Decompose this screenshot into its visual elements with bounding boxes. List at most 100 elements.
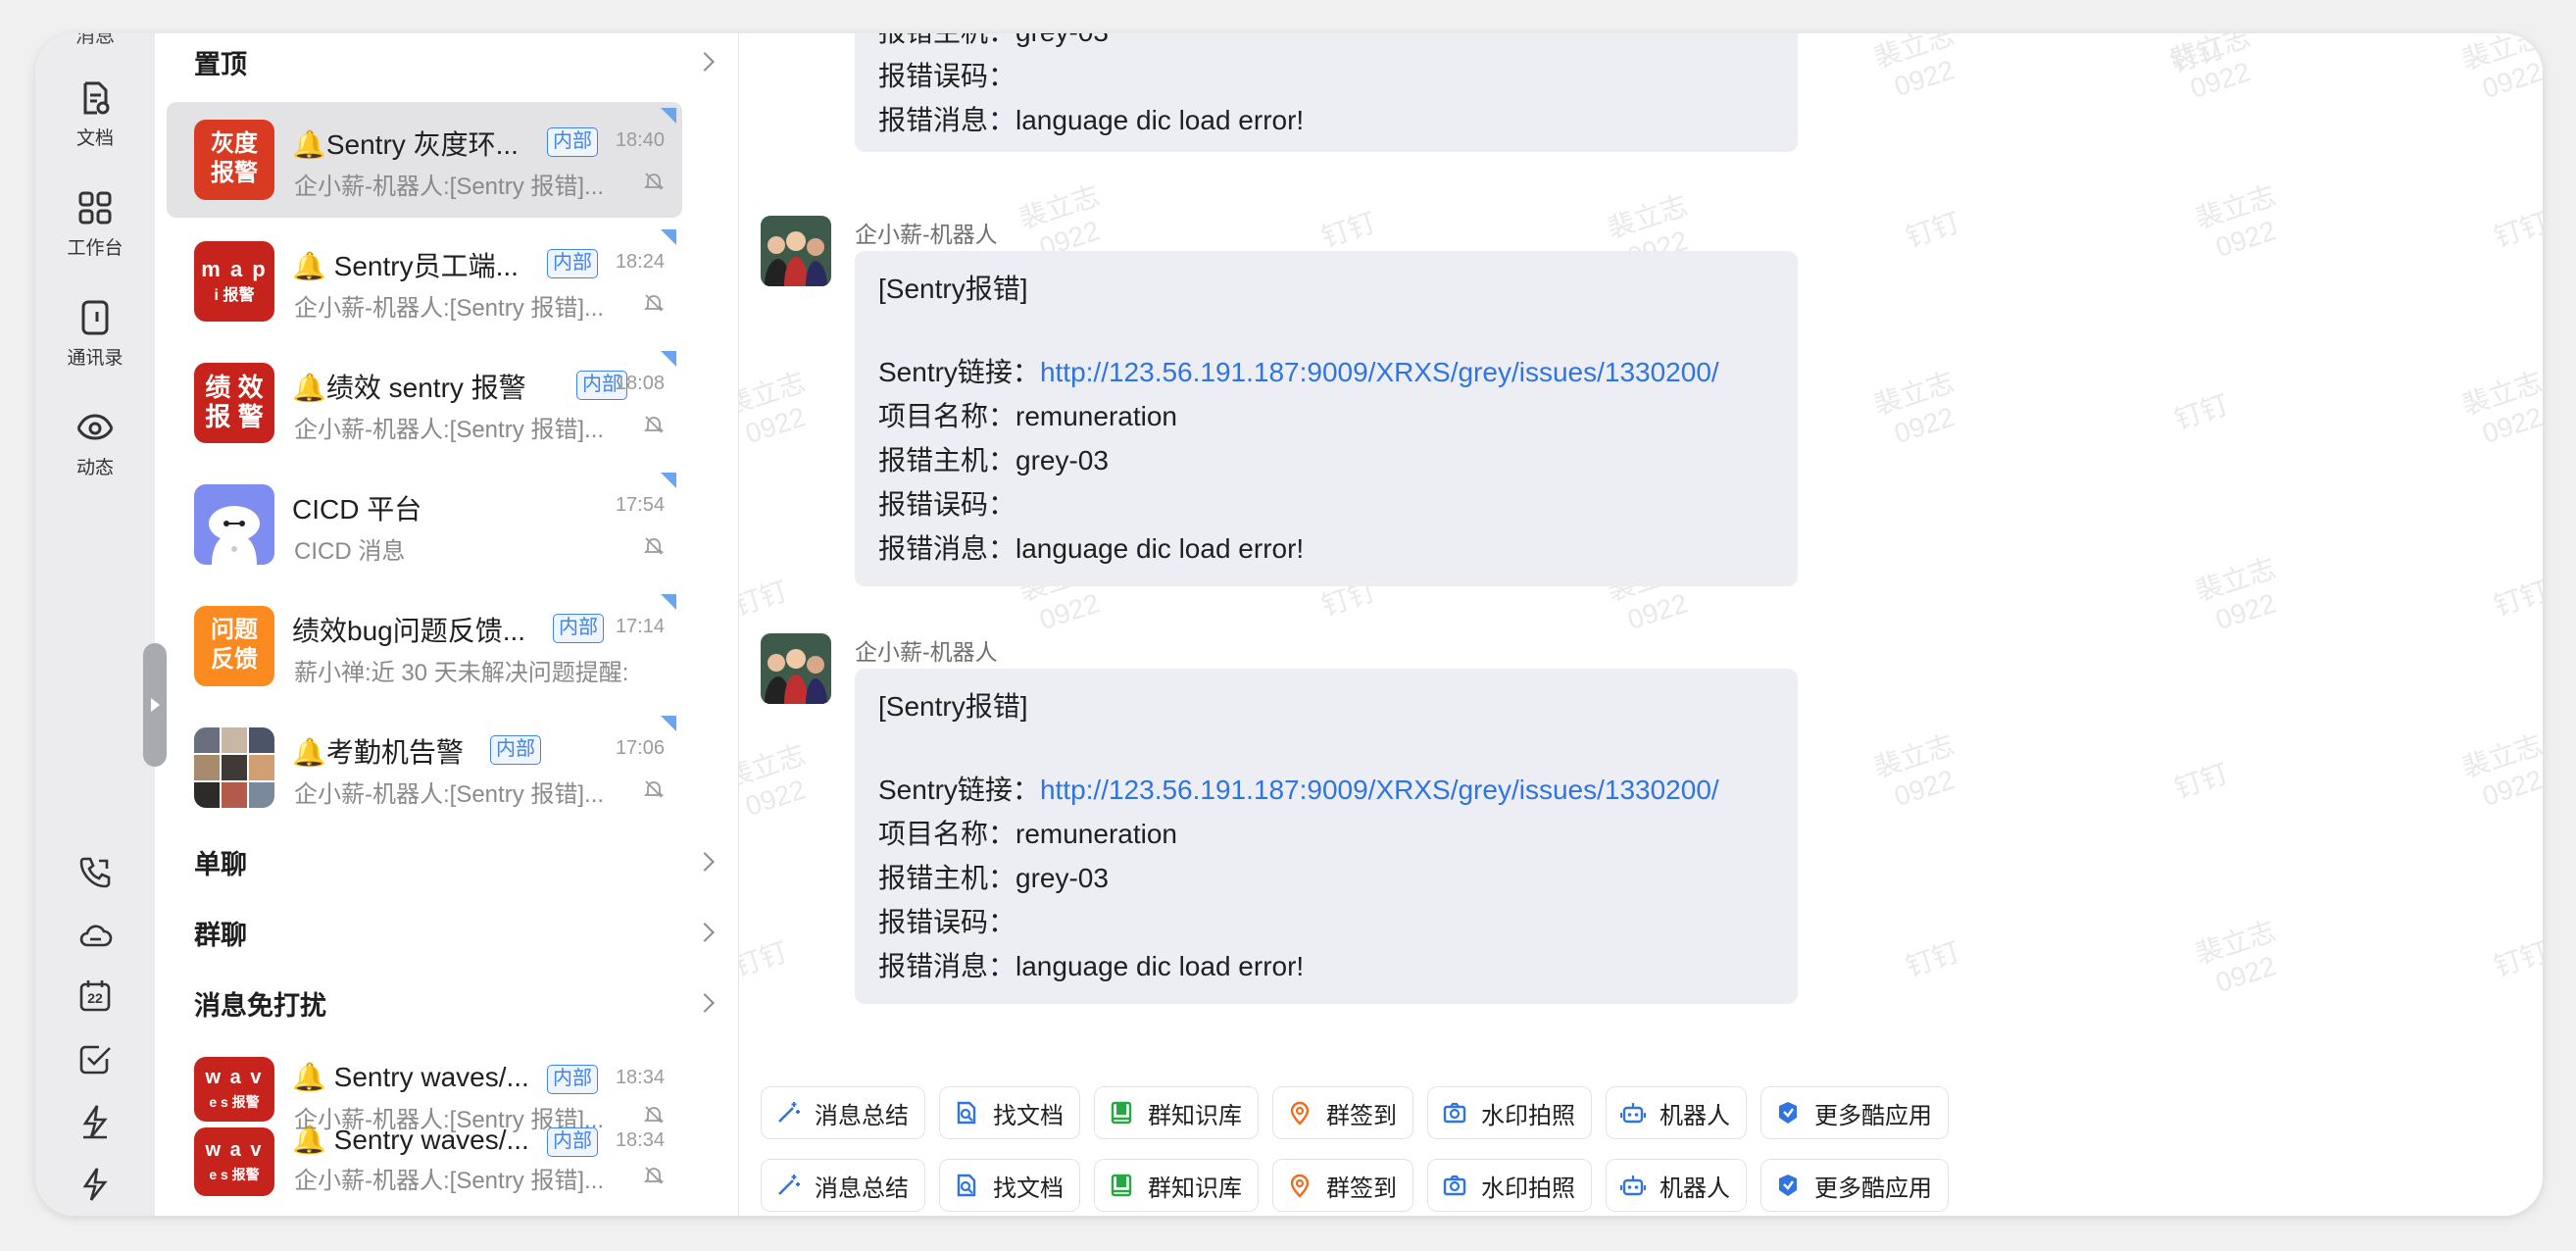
unread-corner-marker [661,351,676,367]
flash-icon[interactable] [75,1102,115,1141]
unread-corner-marker [661,473,676,488]
conversation-time: 18:24 [615,251,665,273]
watermark: 钉钉 [1902,207,1964,253]
rail-item-workbench[interactable]: 工作台 [35,188,155,260]
sidebar-collapse-handle[interactable] [143,643,167,767]
conversation-item[interactable]: CICD 平台 17:54 CICD 消息 [167,467,682,582]
app-button-robot[interactable]: 机器人 [1606,1086,1747,1139]
conversation-preview: 薪小禅:近 30 天未解决问题提醒: [294,660,629,686]
link-label: Sentry链接： [878,775,1040,805]
sentry-issue-link[interactable]: http://123.56.191.187:9009/XRXS/grey/iss… [1040,775,1719,805]
internal-badge: 内部 [490,735,541,765]
conversation-item[interactable]: w a v e s 报警 🔔 Sentry waves/... 内部 18:34… [167,1122,682,1216]
robot-avatar [194,484,274,565]
chat-panel: 裴立志 0922 裴立志 0922 钉钉 裴立志 0922 裴立志 0922 钉钉 裴立… [739,33,2543,1216]
conversation-time: 18:40 [615,129,665,151]
section-title: 消息免打扰 [194,991,326,1021]
app-button-more-apps[interactable]: 更多酷应用 [1760,1159,1949,1212]
chevron-right-icon [695,923,715,942]
app-button-summary[interactable]: 消息总结 [761,1086,925,1139]
mute-bell-icon [643,173,665,190]
cool-apps-bar: 消息总结 找文档 群知识库 群签到 水印拍照 机器人 更多酷应用 [761,1086,1949,1139]
watermark: 裴立志0922 [739,366,810,450]
mute-bell-icon [643,780,665,798]
message-link-line: Sentry链接：http://123.56.191.187:9009/XRXS… [878,768,1774,812]
conversation-item[interactable]: m a p i 报警 🔔 Sentry员工端... 内部 18:24 企小薪-机… [167,224,682,339]
conversation-item[interactable]: 绩 效 报 警 🔔绩效 sentry 报警 内部 18:08 企小薪-机器人:[… [167,345,682,461]
search-doc-icon [957,1174,976,1197]
sender-name: 企小薪-机器人 [855,639,998,665]
sender-avatar[interactable] [761,216,831,286]
group-avatar: w a v e s 报警 [194,1127,274,1196]
mute-bell-icon [643,294,665,312]
rail-item-dynamic[interactable]: 动态 [35,408,155,479]
app-button-knowledge[interactable]: 群知识库 [1094,1159,1259,1212]
chevron-right-icon [695,52,715,72]
app-button-watermark-photo[interactable]: 水印拍照 [1427,1159,1592,1212]
section-title: 群聊 [194,921,247,950]
lightning-icon[interactable] [75,1165,115,1204]
calendar-icon[interactable]: 22 [75,976,115,1016]
avatar-text: i 报警 [214,287,255,304]
mute-bell-icon [643,1167,665,1184]
rail-item-docs[interactable]: 文档 [35,78,155,150]
conversation-title: 🔔Sentry 灰度环... [292,129,519,160]
internal-badge: 内部 [547,127,598,157]
app-button-find-docs[interactable]: 找文档 [939,1086,1080,1139]
watermark: 裴立志0922 [2191,552,2280,636]
workbench-grid-icon [78,191,112,225]
message-line: 项目名称：remuneration [878,401,1177,431]
app-button-robot[interactable]: 机器人 [1606,1159,1747,1212]
app-label: 群签到 [1326,1175,1397,1202]
sentry-issue-link[interactable]: http://123.56.191.187:9009/XRXS/grey/iss… [1040,357,1719,387]
eye-dynamic-icon [76,414,114,440]
message-line: 报错消息：language dic load error! [878,533,1305,564]
app-window: 消息 文档 工作台 通讯录 动态 22 置顶 灰度 报警 🔔Sentry 灰度环… [35,33,2543,1216]
contacts-book-icon [81,300,109,335]
watermark: 裴立志0922 [1869,366,1958,450]
left-nav-rail: 消息 文档 工作台 通讯录 动态 22 [35,33,155,1216]
section-single-chat[interactable]: 单聊 [155,835,739,894]
app-button-more-apps[interactable]: 更多酷应用 [1760,1086,1949,1139]
cloud-icon[interactable] [75,916,115,955]
avatar-text: 报 警 [205,402,264,431]
section-title: 单聊 [194,850,247,879]
conversation-preview: 企小薪-机器人:[Sentry 报错]... [294,295,605,322]
avatar-text: 反馈 [211,646,258,673]
app-label: 机器人 [1660,1102,1730,1129]
section-group-chat[interactable]: 群聊 [155,906,739,965]
conversation-item[interactable]: 问题 反馈 绩效bug问题反馈... 内部 17:14 薪小禅:近 30 天未解… [167,588,682,704]
message-header: [Sentry报错] [878,691,1028,722]
section-pinned[interactable]: 置顶 [155,35,739,94]
message-bubble: [Sentry报错] Sentry链接：http://123.56.191.18… [855,669,1798,1004]
app-button-summary[interactable]: 消息总结 [761,1159,925,1212]
avatar-text: w a v [205,1139,264,1161]
app-button-checkin[interactable]: 群签到 [1272,1159,1413,1212]
watermark: 钉钉 [739,575,792,622]
todo-check-icon[interactable] [75,1039,115,1078]
message-line: 报错误码： [878,907,1016,937]
robot-icon [1620,1176,1646,1196]
avatar-text: 绩 效 [205,373,264,402]
app-button-knowledge[interactable]: 群知识库 [1094,1086,1259,1139]
conversation-item[interactable]: 🔔考勤机告警 内部 17:06 企小薪-机器人:[Sentry 报错]... [167,710,682,826]
app-button-checkin[interactable]: 群签到 [1272,1086,1413,1139]
conversation-item[interactable]: 灰度 报警 🔔Sentry 灰度环... 内部 18:40 企小薪-机器人:[S… [167,102,682,218]
section-do-not-disturb[interactable]: 消息免打扰 [155,976,739,1035]
app-label: 群签到 [1326,1102,1397,1129]
rail-item-messages-stub[interactable]: 消息 [35,33,155,49]
rail-item-contacts[interactable]: 通讯录 [35,298,155,370]
camera-icon [1443,1102,1466,1124]
watermark: 裴立志0922 [739,738,810,823]
unread-corner-marker [661,716,676,731]
conversation-item[interactable]: w a v e s 报警 🔔 Sentry waves/... 内部 18:34… [167,1043,682,1133]
message-header: [Sentry报错] [878,274,1028,304]
mute-bell-icon [643,537,665,555]
app-button-find-docs[interactable]: 找文档 [939,1159,1080,1212]
sender-avatar[interactable] [761,633,831,704]
conversation-preview: CICD 消息 [294,538,406,565]
conversation-title: 🔔考勤机告警 [292,737,464,768]
app-button-watermark-photo[interactable]: 水印拍照 [1427,1086,1592,1139]
phone-call-icon[interactable] [75,853,115,892]
app-label: 更多酷应用 [1814,1102,1932,1129]
